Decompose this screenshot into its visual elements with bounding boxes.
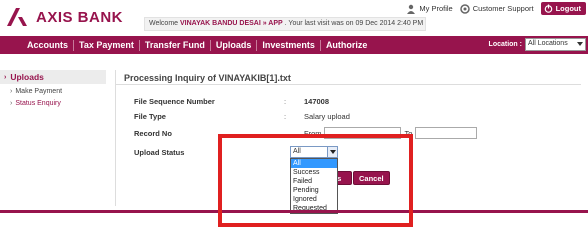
sidebar: › Uploads › Make Payment › Status Enquir… xyxy=(0,70,106,108)
option-all[interactable]: All xyxy=(291,159,337,168)
chevron-down-icon[interactable] xyxy=(327,147,337,157)
nav-uploads[interactable]: Uploads xyxy=(211,39,258,51)
location-select[interactable]: All Locations xyxy=(525,38,586,51)
option-success[interactable]: Success xyxy=(291,168,337,177)
last-visit-text: . Your last visit was on 09 Dec 2014 2:4… xyxy=(282,20,424,27)
axis-logo-icon xyxy=(6,7,32,27)
record-from-input[interactable] xyxy=(323,127,401,139)
file-type-row: File Type : Salary upload xyxy=(134,112,350,121)
upload-status-selected: All xyxy=(293,148,301,155)
record-no-row: Record No From To xyxy=(134,127,478,139)
sidebar-item-label: Make Payment xyxy=(15,88,63,95)
option-pending[interactable]: Pending xyxy=(291,186,337,195)
chevron-down-icon xyxy=(577,42,583,46)
record-to-input[interactable] xyxy=(415,127,478,139)
user-name: VINAYAK BANDU DESAI » APP xyxy=(180,20,283,27)
to-label: To xyxy=(404,128,413,138)
sidebar-item-make-payment[interactable]: › Make Payment xyxy=(0,84,106,96)
sidebar-section-uploads[interactable]: › Uploads xyxy=(0,70,106,84)
customer-support-link[interactable]: Customer Support xyxy=(459,3,534,14)
axis-bank-logo[interactable]: AXIS BANK xyxy=(6,7,123,27)
my-profile-label: My Profile xyxy=(419,4,453,13)
user-icon xyxy=(406,4,416,14)
bullet-icon: › xyxy=(10,88,13,95)
field-separator: : xyxy=(284,112,287,121)
sidebar-section-label: Uploads xyxy=(10,72,44,82)
nav-transfer-fund[interactable]: Transfer Fund xyxy=(140,39,211,51)
logout-button[interactable]: Logout xyxy=(540,2,586,15)
upload-status-row: Upload Status xyxy=(134,148,284,157)
page-title: Processing Inquiry of VINAYAKIB[1].txt xyxy=(116,70,581,85)
caret-right-icon: › xyxy=(4,73,7,81)
main-nav: Accounts Tax Payment Transfer Fund Uploa… xyxy=(0,36,588,54)
field-separator: : xyxy=(284,97,287,106)
field-label: File Sequence Number xyxy=(134,97,215,106)
field-label: File Type xyxy=(134,112,166,121)
file-type-value: Salary upload xyxy=(304,112,350,121)
cancel-button[interactable]: Cancel xyxy=(353,171,390,185)
my-profile-link[interactable]: My Profile xyxy=(406,4,453,14)
upload-status-options: All Success Failed Pending Ignored Reque… xyxy=(290,158,338,214)
header: AXIS BANK Welcome VINAYAK BANDU DESAI » … xyxy=(0,0,588,36)
sidebar-item-status-enquiry[interactable]: › Status Enquiry xyxy=(0,96,106,108)
main-content: Processing Inquiry of VINAYAKIB[1].txt F… xyxy=(115,70,588,214)
upload-status-select[interactable]: All xyxy=(290,146,338,158)
location-selector: Location : All Locations xyxy=(489,38,586,51)
nav-authorize[interactable]: Authorize xyxy=(321,40,373,51)
customer-support-label: Customer Support xyxy=(472,4,534,13)
top-links: My Profile Customer Support Logout xyxy=(406,2,588,15)
welcome-bar: Welcome VINAYAK BANDU DESAI » APP . Your… xyxy=(144,17,426,31)
file-sequence-value: 147008 xyxy=(304,97,330,106)
brand-name: AXIS BANK xyxy=(36,8,124,26)
welcome-prefix: Welcome xyxy=(149,20,180,27)
power-icon xyxy=(544,4,553,13)
field-label: Record No xyxy=(134,128,172,138)
option-ignored[interactable]: Ignored xyxy=(291,195,337,204)
logout-label: Logout xyxy=(555,4,581,13)
nav-tax-payment[interactable]: Tax Payment xyxy=(74,39,140,51)
nav-investments[interactable]: Investments xyxy=(257,39,321,51)
from-label: From xyxy=(304,128,322,138)
sidebar-item-label: Status Enquiry xyxy=(15,100,61,107)
nav-accounts[interactable]: Accounts xyxy=(0,39,75,51)
option-failed[interactable]: Failed xyxy=(291,177,337,186)
location-label: Location : xyxy=(488,41,522,48)
footer-divider xyxy=(0,210,588,213)
support-icon xyxy=(459,3,470,14)
file-sequence-row: File Sequence Number : 147008 xyxy=(134,97,329,106)
field-label: Upload Status xyxy=(134,148,185,157)
bullet-icon: › xyxy=(10,100,13,107)
location-value: All Locations xyxy=(528,40,568,47)
